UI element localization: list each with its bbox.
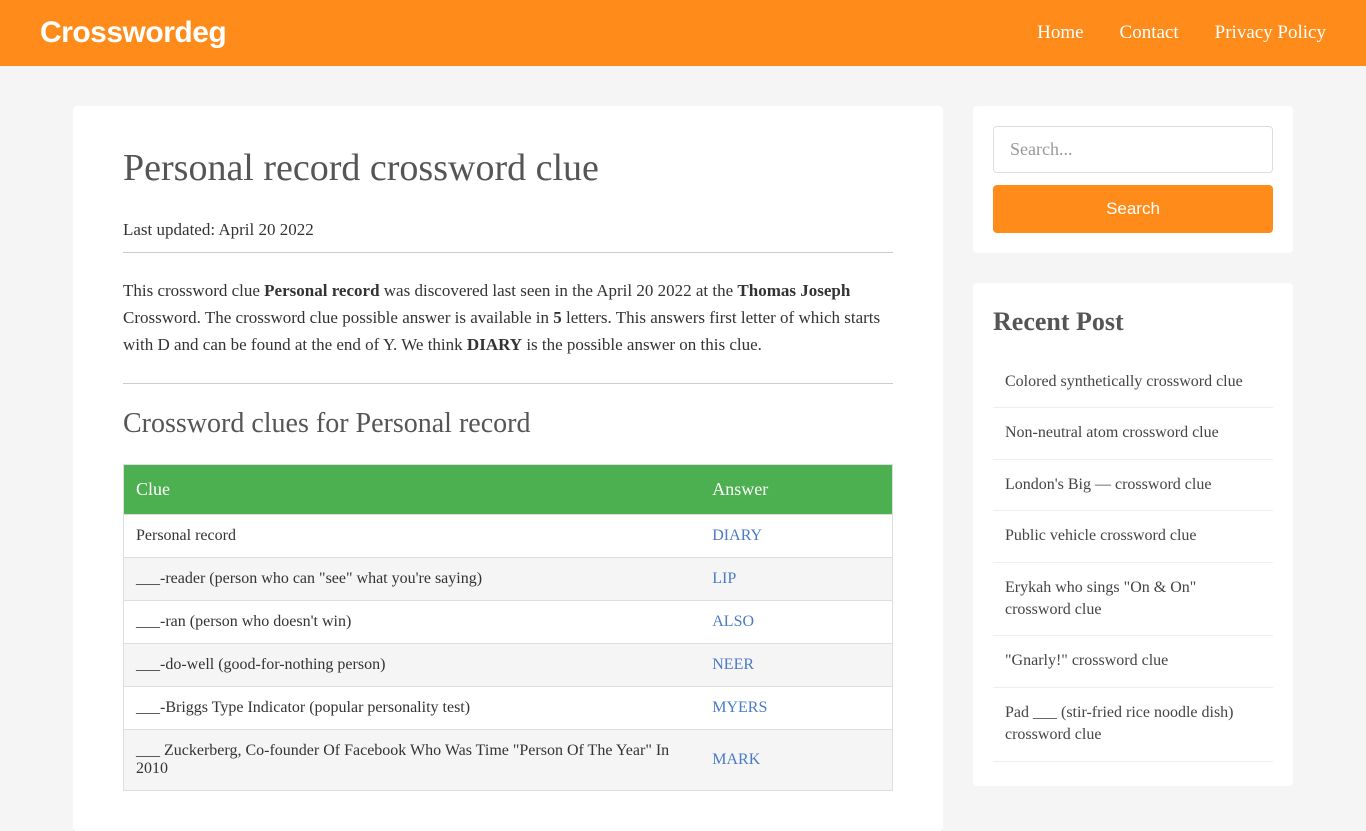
table-row: ___ Zuckerberg, Co-founder Of Facebook W… bbox=[124, 729, 893, 790]
nav-home[interactable]: Home bbox=[1037, 22, 1083, 44]
table-header-answer: Answer bbox=[700, 464, 892, 514]
main-nav: Home Contact Privacy Policy bbox=[1037, 22, 1326, 44]
list-item[interactable]: Public vehicle crossword clue bbox=[993, 511, 1273, 562]
answer-cell[interactable]: MYERS bbox=[700, 686, 892, 729]
answer-cell[interactable]: MARK bbox=[700, 729, 892, 790]
intro-bold-clue: Personal record bbox=[264, 281, 379, 300]
site-logo[interactable]: Crosswordeg bbox=[40, 16, 226, 50]
answer-cell[interactable]: LIP bbox=[700, 557, 892, 600]
list-item[interactable]: "Gnarly!" crossword clue bbox=[993, 636, 1273, 687]
search-input[interactable] bbox=[993, 126, 1273, 173]
last-updated: Last updated: April 20 2022 bbox=[123, 220, 893, 253]
page-title: Personal record crossword clue bbox=[123, 146, 893, 190]
list-item[interactable]: Non-neutral atom crossword clue bbox=[993, 408, 1273, 459]
recent-posts-title: Recent Post bbox=[993, 307, 1273, 337]
sidebar: Search Recent Post Colored synthetically… bbox=[973, 106, 1293, 786]
intro-bold-letters: 5 bbox=[553, 308, 562, 327]
answer-cell[interactable]: NEER bbox=[700, 643, 892, 686]
table-row: Personal recordDIARY bbox=[124, 514, 893, 557]
table-header-clue: Clue bbox=[124, 464, 701, 514]
list-item[interactable]: London's Big — crossword clue bbox=[993, 460, 1273, 511]
clue-cell: ___-reader (person who can "see" what yo… bbox=[124, 557, 701, 600]
intro-paragraph: This crossword clue Personal record was … bbox=[123, 277, 893, 384]
clue-cell: ___-do-well (good-for-nothing person) bbox=[124, 643, 701, 686]
nav-privacy[interactable]: Privacy Policy bbox=[1215, 22, 1326, 44]
intro-text: is the possible answer on this clue. bbox=[522, 335, 762, 354]
list-item[interactable]: Erykah who sings "On & On" crossword clu… bbox=[993, 563, 1273, 637]
list-item[interactable]: Colored synthetically crossword clue bbox=[993, 357, 1273, 408]
recent-posts-list: Colored synthetically crossword clueNon-… bbox=[993, 357, 1273, 762]
table-row: ___-Briggs Type Indicator (popular perso… bbox=[124, 686, 893, 729]
table-row: ___-do-well (good-for-nothing person)NEE… bbox=[124, 643, 893, 686]
table-row: ___-ran (person who doesn't win)ALSO bbox=[124, 600, 893, 643]
intro-bold-source: Thomas Joseph bbox=[737, 281, 850, 300]
recent-posts-box: Recent Post Colored synthetically crossw… bbox=[973, 283, 1293, 786]
clue-cell: Personal record bbox=[124, 514, 701, 557]
search-box: Search bbox=[973, 106, 1293, 253]
clue-cell: ___ Zuckerberg, Co-founder Of Facebook W… bbox=[124, 729, 701, 790]
clue-cell: ___-ran (person who doesn't win) bbox=[124, 600, 701, 643]
intro-bold-answer: DIARY bbox=[467, 335, 522, 354]
page-container: Personal record crossword clue Last upda… bbox=[43, 66, 1323, 831]
search-button[interactable]: Search bbox=[993, 185, 1273, 233]
site-header: Crosswordeg Home Contact Privacy Policy bbox=[0, 0, 1366, 66]
section-title: Crossword clues for Personal record bbox=[123, 408, 893, 440]
nav-contact[interactable]: Contact bbox=[1120, 22, 1179, 44]
table-row: ___-reader (person who can "see" what yo… bbox=[124, 557, 893, 600]
clues-table: Clue Answer Personal recordDIARY___-read… bbox=[123, 464, 893, 791]
intro-text: This crossword clue bbox=[123, 281, 264, 300]
list-item[interactable]: Pad ___ (stir-fried rice noodle dish) cr… bbox=[993, 688, 1273, 762]
answer-cell[interactable]: DIARY bbox=[700, 514, 892, 557]
clue-cell: ___-Briggs Type Indicator (popular perso… bbox=[124, 686, 701, 729]
answer-cell[interactable]: ALSO bbox=[700, 600, 892, 643]
intro-text: Crossword. The crossword clue possible a… bbox=[123, 308, 553, 327]
intro-text: was discovered last seen in the April 20… bbox=[380, 281, 738, 300]
main-content: Personal record crossword clue Last upda… bbox=[73, 106, 943, 831]
